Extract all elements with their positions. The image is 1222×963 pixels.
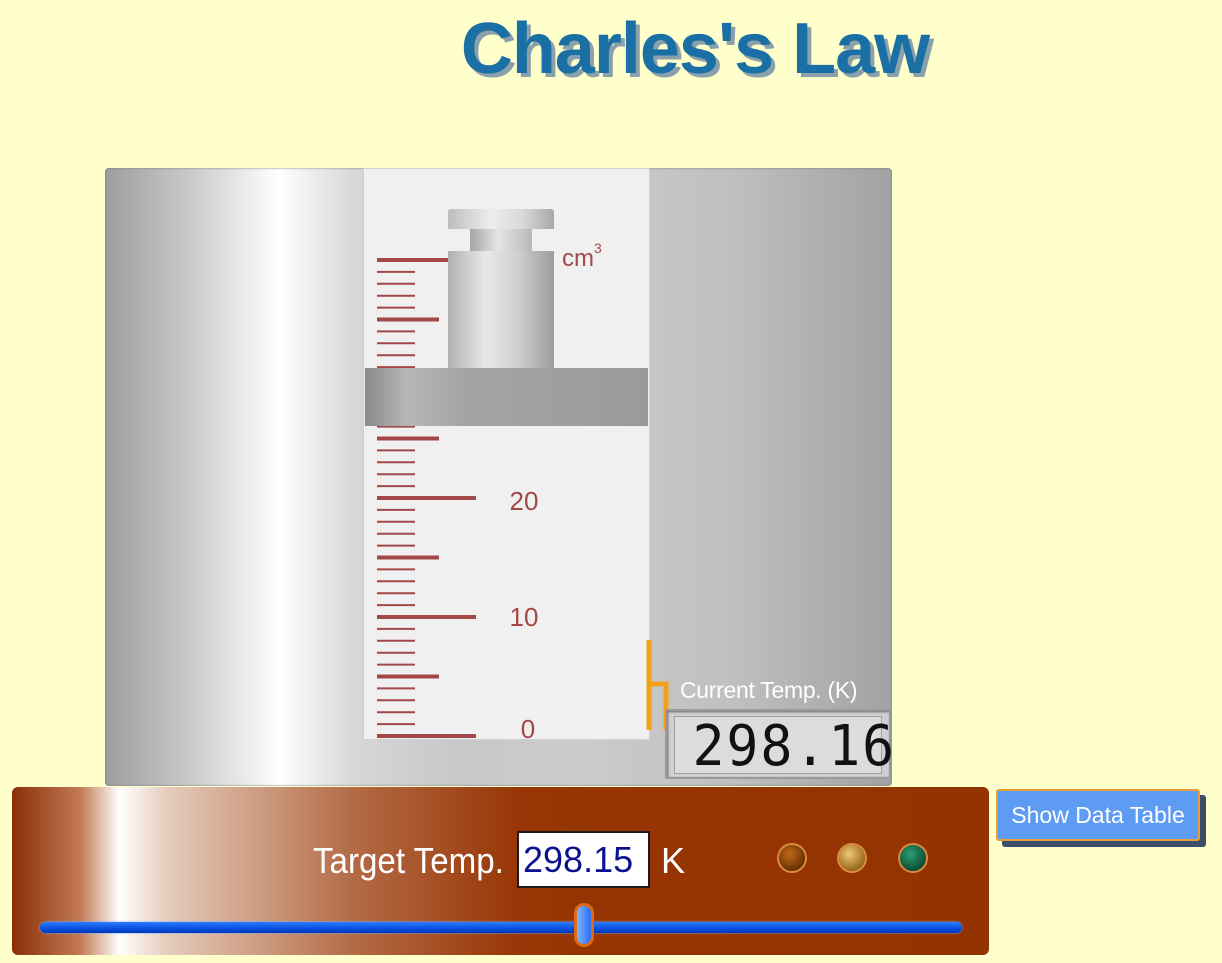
weight-cap: [448, 209, 554, 229]
volume-unit-label: cm3: [562, 240, 602, 272]
show-data-table-button[interactable]: Show Data Table: [996, 789, 1200, 841]
current-temp-label: Current Temp. (K): [680, 677, 858, 703]
current-temp-display: 298.16: [665, 709, 897, 779]
target-temp-label: Target Temp.: [313, 840, 504, 881]
target-temp-slider-thumb[interactable]: [574, 903, 594, 947]
indicator-light-amber: [837, 843, 867, 873]
page-title: Charles's Law: [460, 9, 930, 89]
weight-neck: [470, 229, 532, 251]
target-temp-unit: K: [661, 840, 686, 881]
current-temp-value: 298.16: [692, 714, 897, 779]
target-temp-input[interactable]: [517, 831, 650, 888]
indicator-light-orange: [777, 843, 807, 873]
indicator-light-green: [898, 843, 928, 873]
piston: [365, 368, 648, 426]
weight-block[interactable]: [448, 251, 554, 368]
target-temp-slider[interactable]: [40, 922, 962, 933]
